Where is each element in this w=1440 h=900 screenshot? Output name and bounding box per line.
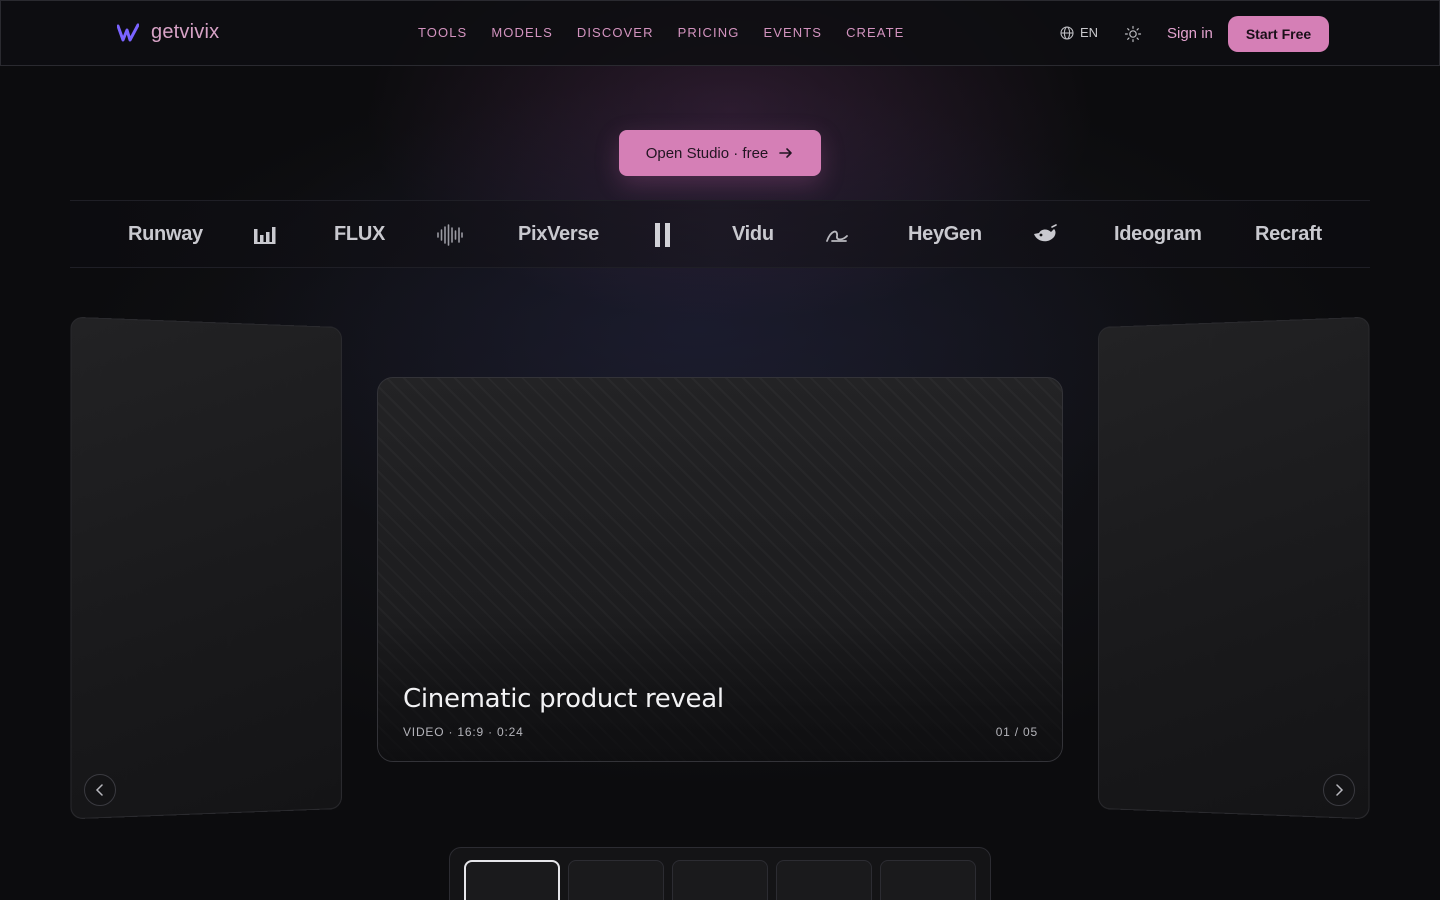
swoosh-logo-icon <box>826 230 848 242</box>
brand-pixverse: PixVerse <box>518 223 600 245</box>
nav-link-pricing[interactable]: PRICING <box>678 25 740 40</box>
brand-name: getvivix <box>151 21 220 43</box>
sign-in-link[interactable]: Sign in <box>1167 25 1213 42</box>
thumbnail-1[interactable] <box>464 860 560 900</box>
nav-link-tools[interactable]: TOOLS <box>418 25 467 40</box>
brand-flux: FLUX <box>334 223 386 245</box>
bars-logo-icon <box>254 227 276 244</box>
main-nav: TOOLS MODELS DISCOVER PRICING EVENTS CRE… <box>418 25 904 40</box>
carousel-prev-card[interactable] <box>70 316 342 820</box>
open-studio-label: Open Studio · free <box>645 144 769 162</box>
carousel-prev-button[interactable] <box>84 774 116 806</box>
thumbnail-2[interactable] <box>568 860 664 900</box>
brand-heygen: HeyGen <box>908 223 982 245</box>
arrow-right-icon <box>779 148 793 158</box>
pause-logo-icon <box>655 223 670 247</box>
thumbnail-4[interactable] <box>776 860 872 900</box>
model-brands-marquee: Runway FLUX PixVerse Vidu HeyGen Ideogra… <box>70 200 1370 268</box>
carousel-active-card[interactable]: Cinematic product reveal VIDEO · 16:9 · … <box>377 377 1063 762</box>
top-navbar: getvivix TOOLS MODELS DISCOVER PRICING E… <box>0 0 1440 66</box>
nav-link-models[interactable]: MODELS <box>491 25 553 40</box>
open-studio-button[interactable]: Open Studio · free <box>619 130 821 176</box>
nav-link-discover[interactable]: DISCOVER <box>577 25 654 40</box>
thumbnail-5[interactable] <box>880 860 976 900</box>
brand-recraft: Recraft <box>1255 223 1322 245</box>
waveform-logo-icon <box>437 224 463 246</box>
thumbnail-3[interactable] <box>672 860 768 900</box>
carousel-next-card[interactable] <box>1098 316 1370 820</box>
carousel-next-button[interactable] <box>1323 774 1355 806</box>
language-selector[interactable]: EN <box>1060 25 1098 40</box>
language-label: EN <box>1080 25 1099 40</box>
chevron-right-icon <box>1336 784 1344 796</box>
brand-ideogram: Ideogram <box>1114 223 1202 245</box>
globe-icon <box>1060 25 1074 40</box>
brand-vidu: Vidu <box>732 223 774 245</box>
thumbnail-strip <box>449 847 991 900</box>
card-counter: 01 / 05 <box>995 725 1038 739</box>
sun-icon[interactable] <box>1124 25 1142 43</box>
card-title: Cinematic product reveal <box>403 684 724 714</box>
brand-logo[interactable]: getvivix <box>117 21 219 44</box>
nav-link-events[interactable]: EVENTS <box>763 25 822 40</box>
vivix-logo-icon <box>117 23 139 41</box>
whale-logo-icon <box>1034 224 1057 242</box>
start-free-button[interactable]: Start Free <box>1228 16 1329 52</box>
chevron-left-icon <box>95 784 103 796</box>
nav-link-create[interactable]: CREATE <box>846 25 904 40</box>
brand-runway: Runway <box>128 223 203 245</box>
card-meta: VIDEO · 16:9 · 0:24 <box>403 725 524 739</box>
